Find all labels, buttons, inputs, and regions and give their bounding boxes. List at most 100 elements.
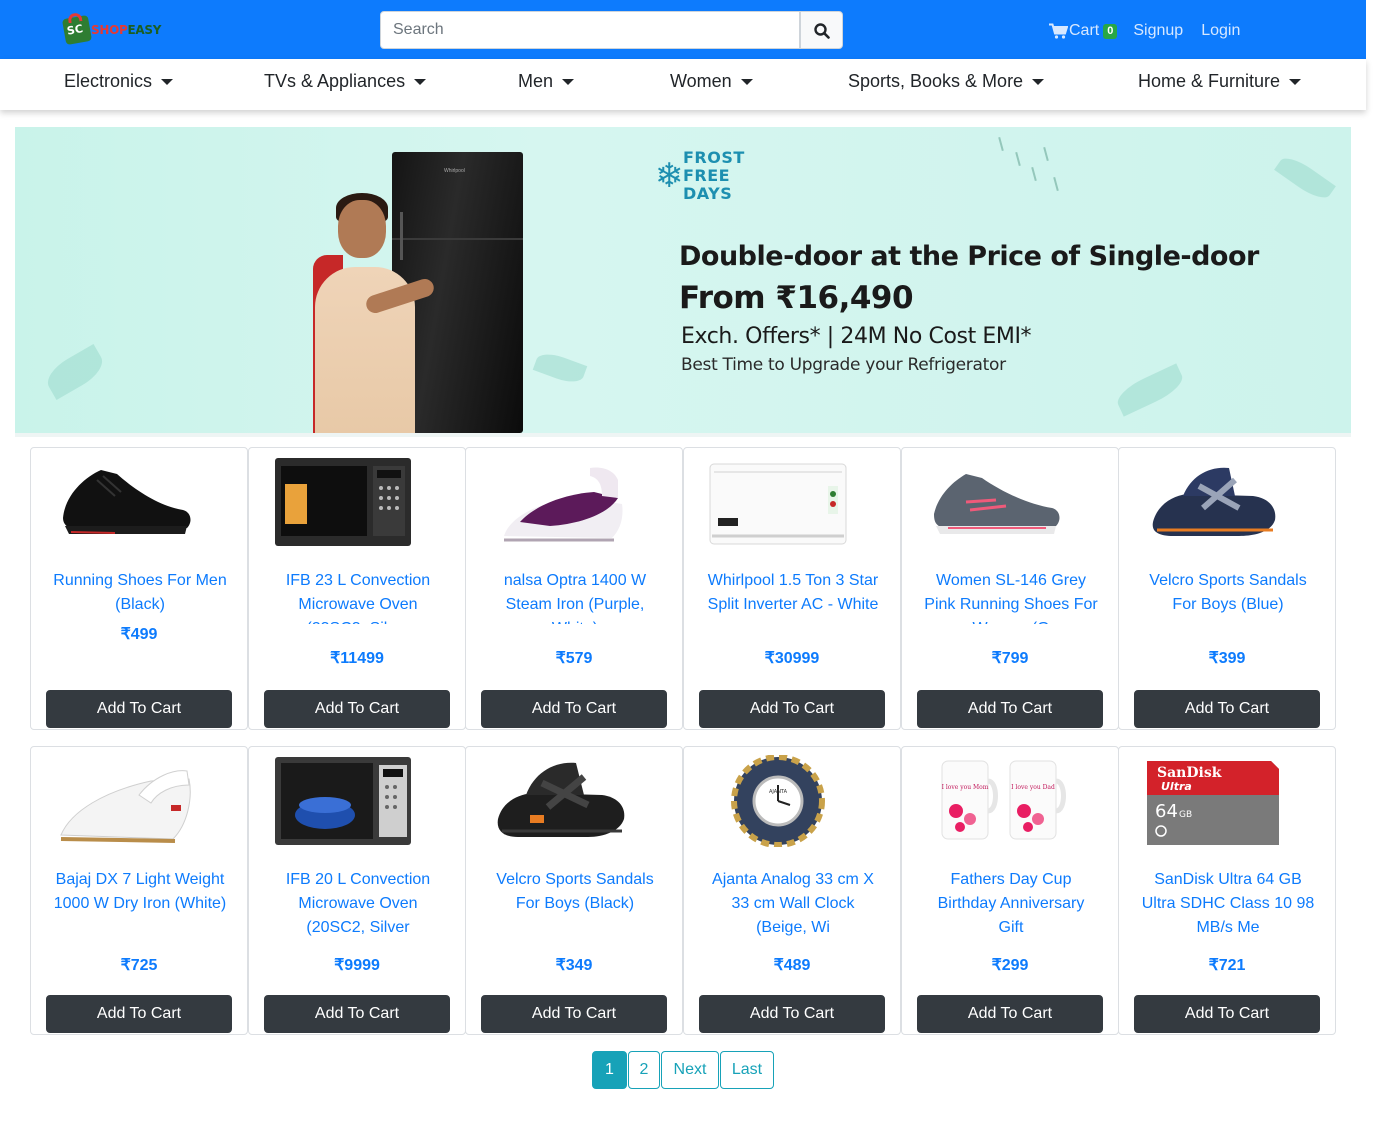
dry-iron-image (60, 770, 191, 843)
product-name[interactable]: Velcro Sports Sandals For Boys (Blue) (1141, 569, 1315, 624)
product-card[interactable]: nalsa Optra 1400 W Steam Iron (Purple, W… (465, 447, 683, 730)
category-label: Men (518, 71, 554, 91)
signup-link[interactable]: Signup (1133, 22, 1183, 40)
logo-short-text: SC (65, 22, 84, 38)
product-card[interactable]: SanDisk Ultra 64 GB SanDisk Ultra 64 GB … (1118, 746, 1336, 1035)
add-to-cart-button[interactable]: Add To Cart (264, 690, 450, 728)
add-to-cart-button[interactable]: Add To Cart (917, 995, 1103, 1033)
product-card[interactable]: Bajaj DX 7 Light Weight 1000 W Dry Iron … (30, 746, 248, 1035)
add-to-cart-button[interactable]: Add To Cart (481, 995, 667, 1033)
category-men-dropdown[interactable]: Men (518, 71, 575, 92)
badge-line: FREE (683, 166, 731, 185)
add-to-cart-button[interactable]: Add To Cart (46, 690, 232, 728)
category-label: Home & Furniture (1138, 71, 1281, 91)
snowflake-icon: ❄ (655, 157, 684, 195)
sd-line-text: Ultra (1161, 780, 1192, 793)
logo-easy-text: EASY (127, 23, 162, 37)
add-to-cart-button[interactable]: Add To Cart (264, 995, 450, 1033)
cart-count-badge: 0 (1103, 23, 1118, 39)
microwave-oven-image (275, 458, 411, 546)
cart-link[interactable]: Cart 0 (1049, 22, 1118, 40)
category-home-furniture-dropdown[interactable]: Home & Furniture (1138, 71, 1302, 92)
blue-sandal-image (1152, 467, 1276, 536)
caret-down-icon (562, 78, 575, 85)
add-to-cart-button[interactable]: Add To Cart (1134, 995, 1320, 1033)
product-card[interactable]: AJANTA Ajanta Analog 33 cm X 33 cm Wall … (683, 746, 901, 1035)
shopeasy-logo[interactable]: SC SHOPEASY (61, 12, 168, 46)
badge-line: DAYS (683, 184, 733, 203)
next-page-button[interactable]: Next (661, 1051, 719, 1089)
sd-brand-text: SanDisk (1157, 765, 1222, 781)
caret-down-icon (1289, 78, 1302, 85)
split-ac-image (709, 463, 847, 545)
last-page-button[interactable]: Last (720, 1051, 774, 1089)
black-sandal-image (497, 762, 625, 837)
product-name[interactable]: Fathers Day Cup Birthday Anniversary Gif… (924, 868, 1098, 940)
product-price: ₹721 (1208, 957, 1246, 974)
category-women-dropdown[interactable]: Women (670, 71, 753, 92)
logo-wordmark: SHOPEASY (91, 23, 161, 37)
search-input[interactable] (380, 11, 800, 49)
promo-banner[interactable]: Whirlpool ❄ FROST FREE DAYS Double-door … (15, 127, 1351, 433)
add-to-cart-button[interactable]: Add To Cart (481, 690, 667, 728)
product-price: ₹299 (991, 957, 1029, 974)
model-face (338, 200, 386, 258)
caret-down-icon (414, 78, 427, 85)
product-name[interactable]: Whirlpool 1.5 Ton 3 Star Split Inverter … (706, 569, 880, 624)
product-card[interactable]: IFB 23 L Convection Microwave Oven (23SC… (248, 447, 466, 730)
search-button[interactable] (800, 11, 843, 49)
add-to-cart-button[interactable]: Add To Cart (46, 995, 232, 1033)
mug-right-text: I love you Dad (1011, 784, 1055, 791)
product-name[interactable]: Ajanta Analog 33 cm X 33 cm Wall Clock (… (706, 868, 880, 940)
category-label: TVs & Appliances (264, 71, 406, 91)
banner-price: From ₹16,490 (679, 280, 914, 316)
category-electronics-dropdown[interactable]: Electronics (64, 71, 174, 92)
leaf-decoration (1112, 363, 1188, 417)
product-name[interactable]: Velcro Sports Sandals For Boys (Black) (488, 868, 662, 940)
caret-down-icon (740, 78, 753, 85)
login-link[interactable]: Login (1201, 22, 1240, 40)
product-card[interactable]: Whirlpool 1.5 Ton 3 Star Split Inverter … (683, 447, 901, 730)
rain-decoration (1015, 151, 1021, 167)
product-name[interactable]: IFB 20 L Convection Microwave Oven (20SC… (271, 868, 445, 940)
shopping-cart-icon (1049, 23, 1068, 39)
steam-iron-image (504, 467, 623, 542)
search-form (380, 11, 843, 49)
page-2-button[interactable]: 2 (628, 1051, 660, 1089)
mug-left-text: I love you Mom (942, 784, 989, 791)
cart-label: Cart (1069, 22, 1100, 39)
category-sports-books-dropdown[interactable]: Sports, Books & More (848, 71, 1045, 92)
product-price: ₹9999 (334, 957, 380, 974)
product-card[interactable]: Women SL-146 Grey Pink Running Shoes For… (901, 447, 1119, 730)
wall-clock-image: AJANTA (731, 755, 825, 847)
product-price: ₹579 (555, 650, 593, 667)
caret-down-icon (161, 78, 174, 85)
product-card[interactable]: Velcro Sports Sandals For Boys (Black) ₹… (465, 746, 683, 1035)
shopping-bag-icon: SC (61, 12, 93, 46)
product-card[interactable]: IFB 20 L Convection Microwave Oven (20SC… (248, 746, 466, 1035)
fridge-brand-text: Whirlpool (444, 168, 465, 174)
add-to-cart-button[interactable]: Add To Cart (699, 690, 885, 728)
product-name[interactable]: Bajaj DX 7 Light Weight 1000 W Dry Iron … (53, 868, 227, 940)
rain-decoration (1053, 176, 1059, 192)
product-name[interactable]: SanDisk Ultra 64 GB Ultra SDHC Class 10 … (1141, 868, 1315, 940)
add-to-cart-button[interactable]: Add To Cart (699, 995, 885, 1033)
category-navbar: Electronics TVs & Appliances Men Women S… (0, 59, 1366, 110)
category-tvs-appliances-dropdown[interactable]: TVs & Appliances (264, 71, 427, 92)
product-price: ₹499 (120, 626, 158, 643)
product-name[interactable]: IFB 23 L Convection Microwave Oven (23SC… (271, 569, 445, 624)
product-card[interactable]: Running Shoes For Men (Black) ₹499 Add T… (30, 447, 248, 730)
page-1-button[interactable]: 1 (592, 1051, 627, 1089)
rain-decoration (1031, 166, 1037, 182)
product-name[interactable]: nalsa Optra 1400 W Steam Iron (Purple, W… (488, 569, 662, 624)
product-price: ₹725 (120, 957, 158, 974)
leaf-decoration (532, 349, 588, 387)
grey-pink-shoe-image (934, 474, 1060, 534)
product-name[interactable]: Women SL-146 Grey Pink Running Shoes For… (924, 569, 1098, 624)
product-card[interactable]: I love you Mom I love you Dad Fathers Da… (901, 746, 1119, 1035)
leaf-decoration (41, 344, 109, 400)
product-name[interactable]: Running Shoes For Men (Black) (53, 569, 227, 624)
add-to-cart-button[interactable]: Add To Cart (1134, 690, 1320, 728)
add-to-cart-button[interactable]: Add To Cart (917, 690, 1103, 728)
product-card[interactable]: Velcro Sports Sandals For Boys (Blue) ₹3… (1118, 447, 1336, 730)
